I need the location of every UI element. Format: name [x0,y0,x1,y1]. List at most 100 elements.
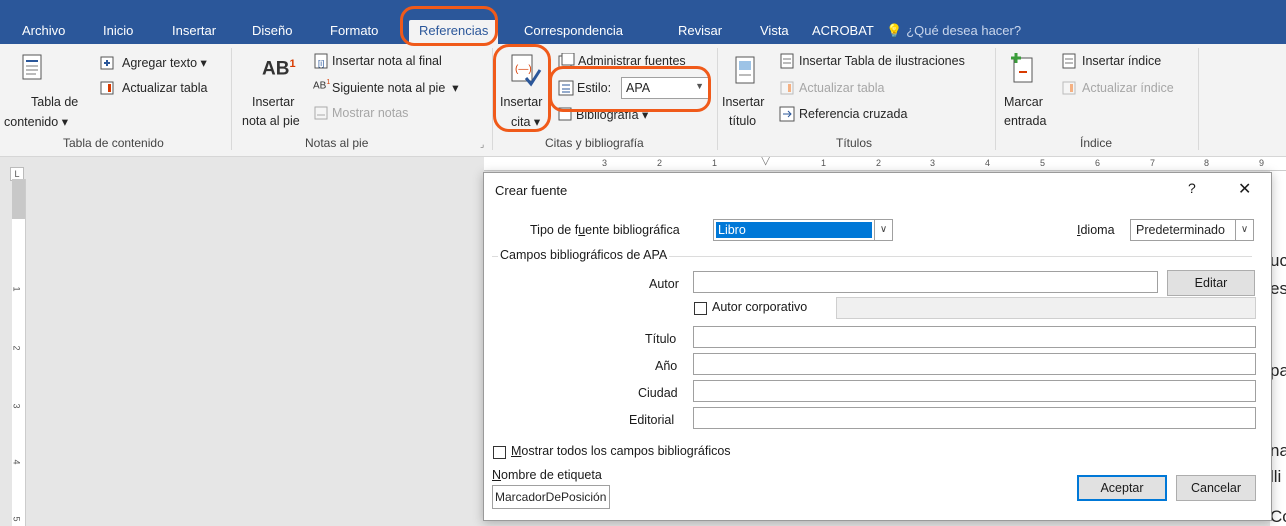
tab-revisar[interactable]: Revisar [678,20,722,44]
group-separator [492,48,493,150]
next-footnote-button[interactable]: Siguiente nota al pie ▾ [332,80,459,95]
group-label-footnotes: Notas al pie [305,136,369,150]
help-icon[interactable]: ? [1188,180,1196,196]
vertical-ruler[interactable]: 1 2 3 4 5 [12,179,26,526]
ruler-tick: 8 [1204,158,1210,168]
insert-index-icon [1061,53,1077,72]
title-input[interactable] [693,326,1256,348]
lightbulb-icon: 💡 [886,23,903,38]
tag-name-input[interactable]: MarcadorDePosición [492,485,610,509]
citation-style-select[interactable]: APA ▼ [621,77,709,99]
group-separator [1198,48,1199,150]
show-notes-icon [313,105,329,124]
mark-entry-line1[interactable]: Marcar [1004,95,1043,109]
show-all-fields-label: Mostrar todos los campos bibliográficos [511,444,731,458]
horizontal-ruler[interactable]: 3 2 1 ▽ 1 2 3 4 5 6 7 8 9 [484,157,1286,171]
ruler-tick: 3 [602,158,608,168]
bibliography-icon [557,106,575,125]
mark-entry-line2[interactable]: entrada [1004,114,1046,128]
manage-sources-button[interactable]: Administrar fuentes [578,54,686,68]
tab-diseno[interactable]: Diseño [252,20,292,44]
section-title: Campos bibliográficos de APA [498,248,670,262]
source-type-select[interactable]: Libro ∨ [713,219,893,241]
svg-text:(—): (—) [515,64,532,75]
dialog-launcher-icon[interactable]: ⌟ [480,139,484,150]
insert-table-of-figures-button[interactable]: Insertar Tabla de ilustraciones [799,54,965,68]
language-select[interactable]: Predeterminado ∨ [1130,219,1254,241]
tag-name-label: Nombre de etiqueta [492,468,602,482]
cross-reference-icon [779,106,795,125]
update-index-button[interactable]: Actualizar índice [1082,81,1174,95]
tab-archivo[interactable]: Archivo [22,20,65,44]
ruler-tick: 7 [1150,158,1156,168]
insert-caption-line2[interactable]: título [729,114,756,128]
page-text-fragment: pa [1270,361,1286,380]
city-label: Ciudad [638,386,678,400]
ruler-tick: 1 [821,158,827,168]
insert-index-button[interactable]: Insertar índice [1082,54,1161,68]
language-label: Idioma [1077,223,1115,237]
publisher-input[interactable] [693,407,1256,429]
insert-citation-line2[interactable]: cita ▾ [511,114,540,129]
document-page[interactable]: uc es pa na lli Co [1270,171,1286,526]
publisher-label: Editorial [629,413,675,427]
ribbon: Tabla de contenido ▾ Agregar texto ▾ Act… [0,44,1286,157]
show-notes-button[interactable]: Mostrar notas [332,106,408,120]
insert-footnote-line2[interactable]: nota al pie [242,114,300,128]
author-input[interactable] [693,271,1158,293]
style-icon [557,80,575,99]
update-index-icon [1061,80,1077,99]
group-separator [995,48,996,150]
ruler-tick: 1 [712,158,718,168]
show-all-fields-checkbox[interactable] [493,446,506,459]
update-table-icon [779,80,795,99]
update-figures-table-button[interactable]: Actualizar tabla [799,81,884,95]
tab-formato[interactable]: Formato [330,20,378,44]
ruler-tick: 3 [930,158,936,168]
update-table-button[interactable]: Actualizar tabla [122,81,207,95]
add-text-button[interactable]: Agregar texto ▾ [122,55,207,70]
insert-footnote-line1[interactable]: Insertar [252,95,294,109]
source-type-label: Tipo de fuente bibliográfica [530,223,680,237]
tab-inicio[interactable]: Inicio [103,20,133,44]
update-table-icon [99,80,115,99]
author-label: Autor [649,277,679,291]
group-separator [717,48,718,150]
indent-marker-icon[interactable]: ▽ [761,157,770,167]
city-input[interactable] [693,380,1256,402]
tab-referencias[interactable]: Referencias [409,20,499,44]
year-input[interactable] [693,353,1256,375]
toc-button-line2[interactable]: contenido ▾ [4,114,68,129]
tab-insertar[interactable]: Insertar [172,20,216,44]
tell-me-label: ¿Qué desea hacer? [906,23,1022,38]
corporate-author-input[interactable] [836,297,1256,319]
ruler-tick: 5 [12,516,22,522]
tab-vista[interactable]: Vista [760,20,789,44]
language-value: Predeterminado [1136,223,1225,237]
tell-me-search[interactable]: 💡 ¿Qué desea hacer? [886,20,1021,44]
insert-endnote-button[interactable]: Insertar nota al final [332,54,442,68]
edit-author-button[interactable]: Editar [1167,270,1255,296]
chevron-down-icon: ▼ [695,81,704,91]
ruler-tick: 1 [12,286,22,292]
ruler-tick: 9 [1259,158,1265,168]
corporate-author-checkbox[interactable] [694,302,707,315]
insert-citation-line1[interactable]: Insertar [500,95,542,109]
group-label-citations: Citas y bibliografía [545,136,644,150]
insert-endnote-icon: [i] [313,53,329,72]
tag-name-value: MarcadorDePosición [495,490,607,504]
insert-caption-icon [735,56,755,87]
tab-acrobat[interactable]: ACROBAT [812,20,874,44]
dialog-title: Crear fuente [495,183,568,198]
insert-caption-line1[interactable]: Insertar [722,95,764,109]
cross-reference-button[interactable]: Referencia cruzada [799,107,907,121]
accept-button[interactable]: Aceptar [1077,475,1167,501]
toc-button-line1[interactable]: Tabla de [31,95,78,109]
svg-text:[i]: [i] [318,59,324,68]
style-label: Estilo: [577,81,612,95]
bibliography-button[interactable]: Bibliografía ▾ [576,107,648,122]
tab-correspondencia[interactable]: Correspondencia [524,20,623,44]
cancel-button[interactable]: Cancelar [1176,475,1256,501]
close-icon[interactable]: ✕ [1238,179,1251,199]
ruler-tick: 4 [985,158,991,168]
